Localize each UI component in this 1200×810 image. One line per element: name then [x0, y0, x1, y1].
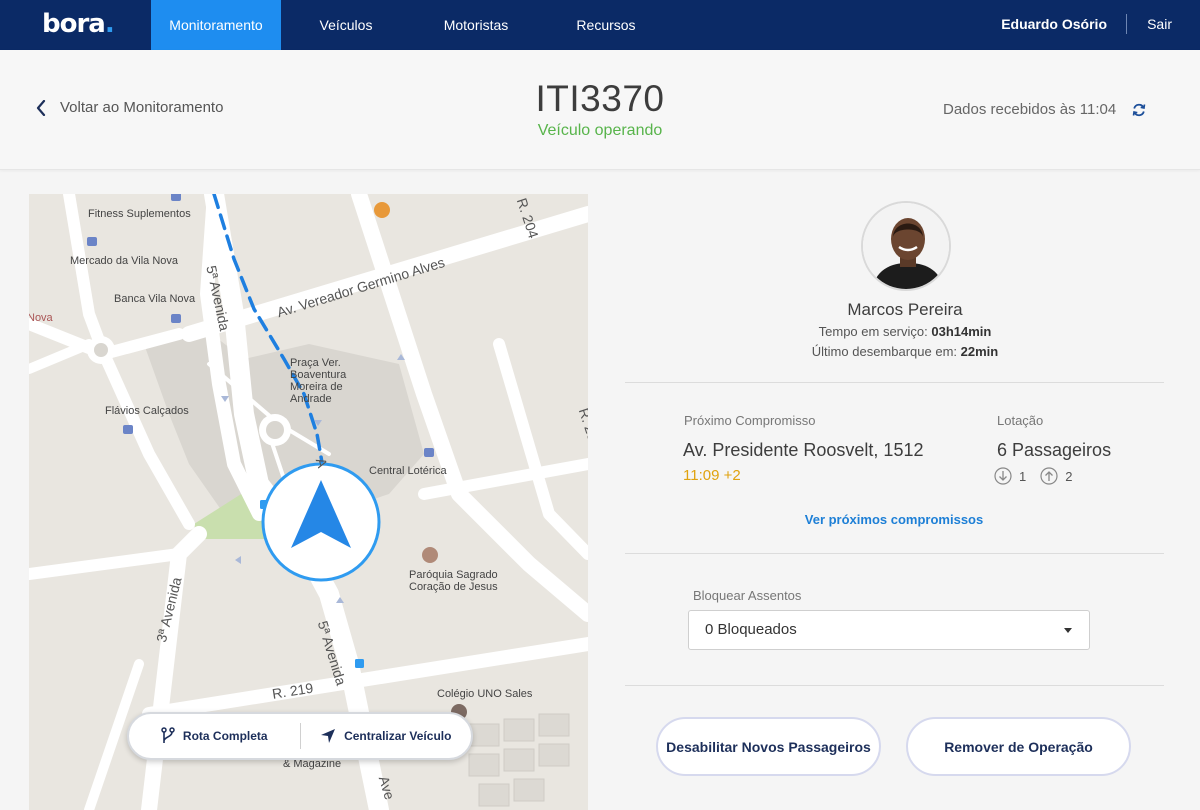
block-seats-label: Bloquear Assentos: [693, 588, 802, 603]
occupancy-label: Lotação: [997, 413, 1044, 428]
full-route-label: Rota Completa: [182, 729, 268, 743]
route-fork-icon: [161, 727, 175, 743]
full-route-button[interactable]: Rota Completa: [129, 714, 300, 758]
vehicle-status: Veículo operando: [537, 122, 663, 139]
divider: [625, 382, 1164, 383]
center-vehicle-label: Centralizar Veículo: [344, 729, 452, 743]
arrow-down-circle-icon: [994, 467, 1012, 485]
drop-count: 1: [1019, 468, 1027, 484]
divider: [625, 553, 1164, 554]
driver-name: Marcos Pereira: [847, 300, 963, 319]
poi-nova: Nova: [29, 312, 53, 324]
disable-new-passengers-button[interactable]: Desabilitar Novos Passageiros: [656, 717, 881, 776]
next-commitment-address: Av. Presidente Roosvelt, 1512: [683, 440, 924, 460]
occupancy-value: 6 Passageiros: [997, 440, 1112, 460]
service-time: Tempo em serviço: 03h14min: [818, 324, 992, 339]
poi-loterica: Central Lotérica: [369, 465, 447, 477]
caret-down-icon: [1064, 628, 1072, 633]
top-nav: bora. Monitoramento Veículos Motoristas …: [0, 0, 1200, 50]
board-count: 2: [1065, 468, 1073, 484]
divider: [625, 685, 1164, 686]
block-seats-select[interactable]: 0 Bloqueados: [688, 610, 1090, 650]
user-divider: [1126, 14, 1127, 34]
nav-item-monitoramento[interactable]: Monitoramento: [151, 0, 281, 50]
poi-flavios: Flávios Calçados: [105, 405, 189, 417]
occupancy-detail: 1 2: [994, 467, 1086, 485]
poi-banca: Banca Vila Nova: [114, 293, 196, 305]
poi-colegio: Colégio UNO Sales: [437, 688, 533, 700]
data-received-time: Dados recebidos às 11:04: [943, 101, 1117, 118]
arrow-up-circle-icon: [1040, 467, 1058, 485]
remove-from-operation-button[interactable]: Remover de Operação: [906, 717, 1131, 776]
navigation-arrow-icon: [321, 729, 336, 743]
next-commitment-eta: 11:09 +2: [683, 467, 741, 484]
next-commitment-label: Próximo Compromisso: [684, 413, 816, 428]
vehicle-detail-panel: Marcos Pereira Tempo em serviço: 03h14mi…: [600, 194, 1200, 810]
center-vehicle-button[interactable]: Centralizar Veículo: [301, 714, 472, 758]
poi-mercado: Mercado da Vila Nova: [70, 255, 179, 267]
brand-logo[interactable]: bora.: [42, 9, 115, 39]
nav-item-veiculos[interactable]: Veículos: [281, 0, 411, 50]
route-map[interactable]: Fitness Suplementos Mercado da Vila Nova…: [29, 194, 588, 810]
poi-paroquia: Paróquia Sagrado Coração de Jesus: [409, 569, 498, 593]
poi-fitness: Fitness Suplementos: [88, 208, 191, 220]
vehicle-marker: [261, 462, 381, 582]
block-seats-value: 0 Bloqueados: [705, 621, 797, 638]
nav-item-motoristas[interactable]: Motoristas: [411, 0, 541, 50]
logout-link[interactable]: Sair: [1147, 0, 1172, 48]
vehicle-header: Voltar ao Monitoramento ITI3370 Veículo …: [0, 50, 1200, 170]
refresh-icon[interactable]: [1132, 103, 1146, 117]
view-next-commitments-link[interactable]: Ver próximos compromissos: [600, 512, 1188, 527]
map-controls: Rota Completa Centralizar Veículo: [127, 712, 473, 760]
user-name[interactable]: Eduardo Osório: [1001, 0, 1107, 48]
nav-item-recursos[interactable]: Recursos: [541, 0, 671, 50]
last-drop-time: Último desembarque em: 22min: [811, 344, 999, 359]
driver-avatar: [861, 201, 951, 291]
poi-praca: Praça Ver. Boaventura Moreira de Andrade: [290, 357, 347, 405]
